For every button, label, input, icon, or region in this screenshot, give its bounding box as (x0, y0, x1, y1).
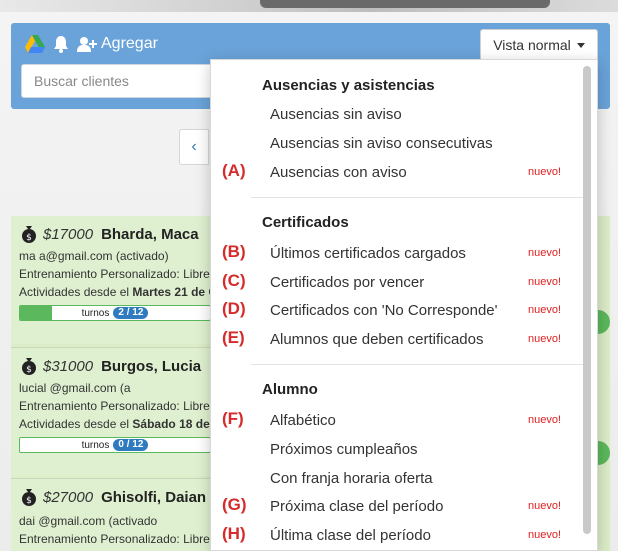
client-card[interactable]: $ $27000 Ghisolfi, Daian dai @gmail.com … (11, 479, 210, 551)
client-since: Actividades desde el Martes 21 de C (19, 285, 217, 299)
menu-section-title: Alumno (262, 381, 318, 398)
top-background-strip (0, 0, 618, 12)
menu-item-alfabetico[interactable]: Alfabético (270, 412, 336, 429)
turnos-progress-bar: turnos 0 / 12 (19, 437, 211, 453)
client-fee: $17000 (43, 225, 94, 243)
view-mode-label: Vista normal (493, 37, 571, 53)
menu-item-ausencias-sin-aviso[interactable]: Ausencias sin aviso (270, 106, 402, 123)
new-badge: nuevo! (528, 247, 562, 259)
menu-item-ausencias-sin-aviso-consecutivas[interactable]: Ausencias sin aviso consecutivas (270, 135, 493, 152)
menu-item-proximos-cumpleanos[interactable]: Próximos cumpleaños (270, 441, 418, 458)
google-drive-icon[interactable] (25, 35, 45, 53)
client-plan: Entrenamiento Personalizado: Libre (19, 399, 210, 413)
svg-text:$: $ (26, 365, 32, 375)
new-badge: nuevo! (528, 414, 562, 426)
turnos-count-badge: 0 / 12 (113, 439, 149, 451)
money-bag-icon: $ (22, 226, 36, 243)
bell-icon[interactable] (53, 35, 69, 53)
add-client-button[interactable]: Agregar (77, 35, 158, 53)
client-name[interactable]: Burgos, Lucia (101, 358, 201, 375)
money-bag-icon: $ (22, 489, 36, 506)
menu-divider (251, 197, 583, 198)
prev-page-icon: ‹ (191, 138, 197, 155)
menu-item-certificados-por-vencer[interactable]: Certificados por vencer (270, 274, 424, 291)
client-name[interactable]: Bharda, Maca (101, 226, 199, 243)
client-card[interactable]: $ $31000 Burgos, Lucia lucial @gmail.com… (11, 348, 211, 476)
annotation-tag: (C) (222, 271, 246, 290)
client-card-heading: $ $27000 Ghisolfi, Daian (19, 487, 206, 507)
client-name[interactable]: Ghisolfi, Daian (101, 489, 206, 506)
menu-item-ultimos-certificados[interactable]: Últimos certificados cargados (270, 245, 466, 262)
turnos-label: turnos (81, 439, 110, 451)
client-plan: Entrenamiento Personalizado: Libre (19, 267, 210, 281)
money-bag-icon: $ (22, 358, 36, 375)
client-email: ma a@gmail.com (activado) (19, 249, 169, 263)
turnos-progress-bar: turnos 2 / 12 (19, 305, 211, 321)
client-card[interactable]: $ $17000 Bharda, Maca ma a@gmail.com (ac… (11, 216, 217, 344)
client-fee: $31000 (43, 357, 94, 375)
pagination-prev-button[interactable]: ‹ (179, 129, 209, 165)
client-since: Actividades desde el Sábado 18 de (19, 417, 210, 431)
new-badge: nuevo! (528, 304, 562, 316)
client-email: dai @gmail.com (activado (19, 514, 158, 528)
add-client-label: Agregar (101, 35, 158, 52)
new-badge: nuevo! (528, 166, 562, 178)
menu-divider (251, 364, 583, 365)
menu-item-proxima-clase[interactable]: Próxima clase del período (270, 498, 443, 515)
client-email: lucial @gmail.com (a (19, 381, 131, 395)
menu-item-certificados-no-corresponde[interactable]: Certificados con 'No Corresponde' (270, 302, 498, 319)
new-badge: nuevo! (528, 276, 562, 288)
menu-section-title: Ausencias y asistencias (262, 77, 435, 94)
annotation-tag: (H) (222, 524, 246, 543)
client-since-prefix: Actividades desde el (19, 285, 133, 299)
annotation-tag: (B) (222, 242, 246, 261)
turnos-count-badge: 2 / 12 (113, 307, 149, 319)
new-badge: nuevo! (528, 500, 562, 512)
menu-item-ultima-clase[interactable]: Última clase del período (270, 527, 431, 544)
client-fee: $27000 (43, 488, 94, 506)
svg-text:$: $ (26, 496, 32, 506)
view-mode-dropdown[interactable]: Vista normal (480, 29, 598, 61)
client-since-prefix: Actividades desde el (19, 417, 133, 431)
annotation-tag: (D) (222, 299, 246, 318)
new-badge: nuevo! (528, 529, 562, 541)
annotation-tag: (E) (222, 328, 245, 347)
menu-item-franja-horaria[interactable]: Con franja horaria oferta (270, 470, 433, 487)
menu-item-alumnos-deben-certificados[interactable]: Alumnos que deben certificados (270, 331, 483, 348)
client-since-date: Martes 21 de C (132, 285, 218, 299)
menu-item-ausencias-con-aviso[interactable]: Ausencias con aviso (270, 164, 407, 181)
top-dark-band (260, 0, 550, 8)
client-card-heading: $ $31000 Burgos, Lucia (19, 356, 201, 376)
annotation-tag: (A) (222, 161, 246, 180)
view-mode-menu: Ausencias y asistencias Ausencias sin av… (210, 59, 598, 551)
menu-section-title: Certificados (262, 214, 349, 231)
annotation-tag: (G) (222, 495, 247, 514)
header-icons: Agregar (25, 32, 158, 56)
client-plan: Entrenamiento Personalizado: Libre (19, 532, 210, 546)
new-badge: nuevo! (528, 333, 562, 345)
client-since-date: Sábado 18 de (132, 417, 210, 431)
caret-down-icon (576, 42, 585, 48)
add-user-icon (77, 37, 97, 52)
svg-text:$: $ (26, 233, 32, 243)
annotation-tag: (F) (222, 409, 244, 428)
client-card-heading: $ $17000 Bharda, Maca (19, 224, 199, 244)
turnos-label: turnos (81, 307, 110, 319)
menu-scrollbar[interactable] (583, 66, 591, 534)
